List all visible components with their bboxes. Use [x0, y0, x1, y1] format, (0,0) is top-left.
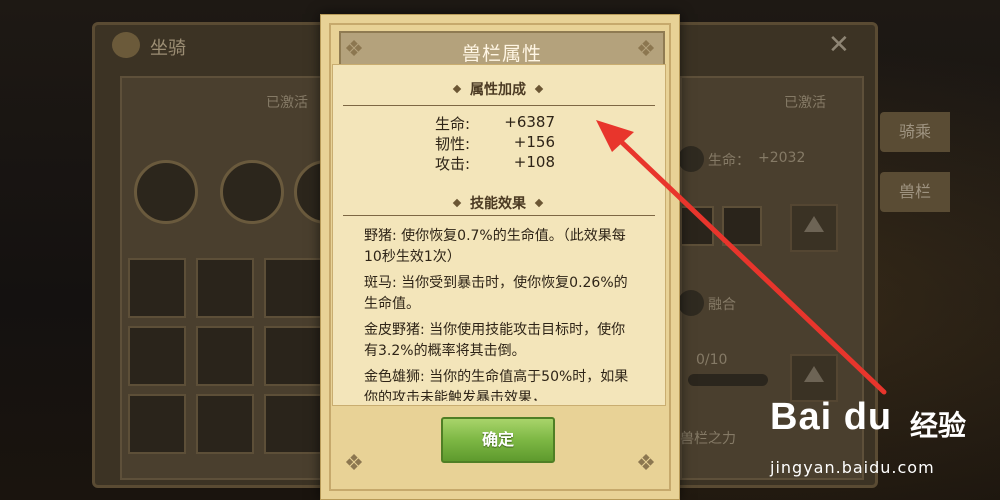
watermark-url: jingyan.baidu.com: [770, 458, 935, 477]
tab-riding[interactable]: 骑乘: [880, 112, 950, 152]
skill-description: 金色雄狮: 当你的生命值高于50%时，如果你的攻击未能触发暴击效果，: [364, 369, 629, 401]
mount-slot[interactable]: [128, 394, 186, 454]
right-stat-label: 生命：: [708, 153, 750, 169]
divider: [343, 215, 655, 216]
mount-slot[interactable]: [264, 394, 322, 454]
skills-header-label: 技能效果: [470, 196, 526, 212]
stat-value: +156: [513, 133, 555, 151]
tab-stable[interactable]: 兽栏: [880, 172, 950, 212]
mount-slot[interactable]: [264, 258, 322, 318]
fusion-icon: [678, 290, 704, 316]
stat-row-attack: 攻击: +108: [435, 153, 575, 173]
progress-label: 0/10: [696, 352, 728, 368]
right-stat-value: +2032: [758, 150, 806, 166]
confirm-button[interactable]: 确定: [441, 417, 555, 463]
mount-slot[interactable]: [196, 394, 254, 454]
skill-slot[interactable]: [680, 206, 714, 246]
mount-slot[interactable]: [128, 326, 186, 386]
fusion-label: 融合: [708, 297, 736, 313]
diamond-icon: [452, 84, 462, 94]
mount-panel-title: 坐骑: [150, 38, 186, 59]
baidu-logo-cn: 经验: [910, 409, 967, 442]
mount-slot[interactable]: [264, 326, 322, 386]
mount-avatar[interactable]: [220, 160, 284, 224]
right-status-label: 已激活: [784, 95, 826, 111]
baidu-logo: Bai du: [770, 396, 893, 438]
stat-row-toughness: 韧性: +156: [435, 133, 575, 153]
attributes-header: 属性加成: [348, 79, 648, 99]
skill-slot[interactable]: [722, 206, 762, 246]
stat-value: +108: [513, 153, 555, 171]
mount-icon: [112, 32, 140, 58]
mount-slot[interactable]: [196, 326, 254, 386]
diamond-icon: [452, 198, 462, 208]
upgrade-arrow-icon[interactable]: [790, 354, 838, 402]
mount-slot[interactable]: [128, 258, 186, 318]
close-icon[interactable]: ✕: [828, 30, 850, 60]
stable-power-label: 兽栏之力: [680, 431, 736, 447]
stat-value: +6387: [504, 113, 555, 131]
diamond-icon: [534, 84, 544, 94]
progress-bar: [688, 374, 768, 386]
corner-ornament-icon: ❖: [636, 451, 656, 476]
skill-description: 野猪: 使你恢复0.7%的生命值。（此效果每10秒生效1次）: [364, 228, 626, 265]
diamond-icon: [534, 198, 544, 208]
skill-description: 金皮野猪: 当你使用技能攻击目标时，使你有3.2%的概率将其击倒。: [364, 322, 626, 359]
mount-avatar[interactable]: [134, 160, 198, 224]
stat-label: 韧性:: [435, 135, 471, 153]
corner-ornament-icon: ❖: [344, 451, 364, 476]
baidu-watermark: Bai du 经验 jingyan.baidu.com: [770, 396, 1000, 500]
left-status-label: 已激活: [266, 95, 308, 111]
skills-header: 技能效果: [348, 193, 648, 213]
stat-label: 生命:: [435, 115, 471, 133]
mount-slot[interactable]: [196, 258, 254, 318]
corner-ornament-icon: ❖: [636, 37, 656, 62]
divider: [343, 105, 655, 106]
stat-label: 攻击:: [435, 155, 471, 173]
stat-row-hp: 生命: +6387: [435, 113, 575, 133]
stat-icon: [678, 146, 704, 172]
upgrade-arrow-icon[interactable]: [790, 204, 838, 252]
corner-ornament-icon: ❖: [344, 37, 364, 62]
skill-description: 斑马: 当你受到暴击时，使你恢复0.26%的生命值。: [364, 275, 628, 312]
attributes-header-label: 属性加成: [470, 82, 526, 98]
